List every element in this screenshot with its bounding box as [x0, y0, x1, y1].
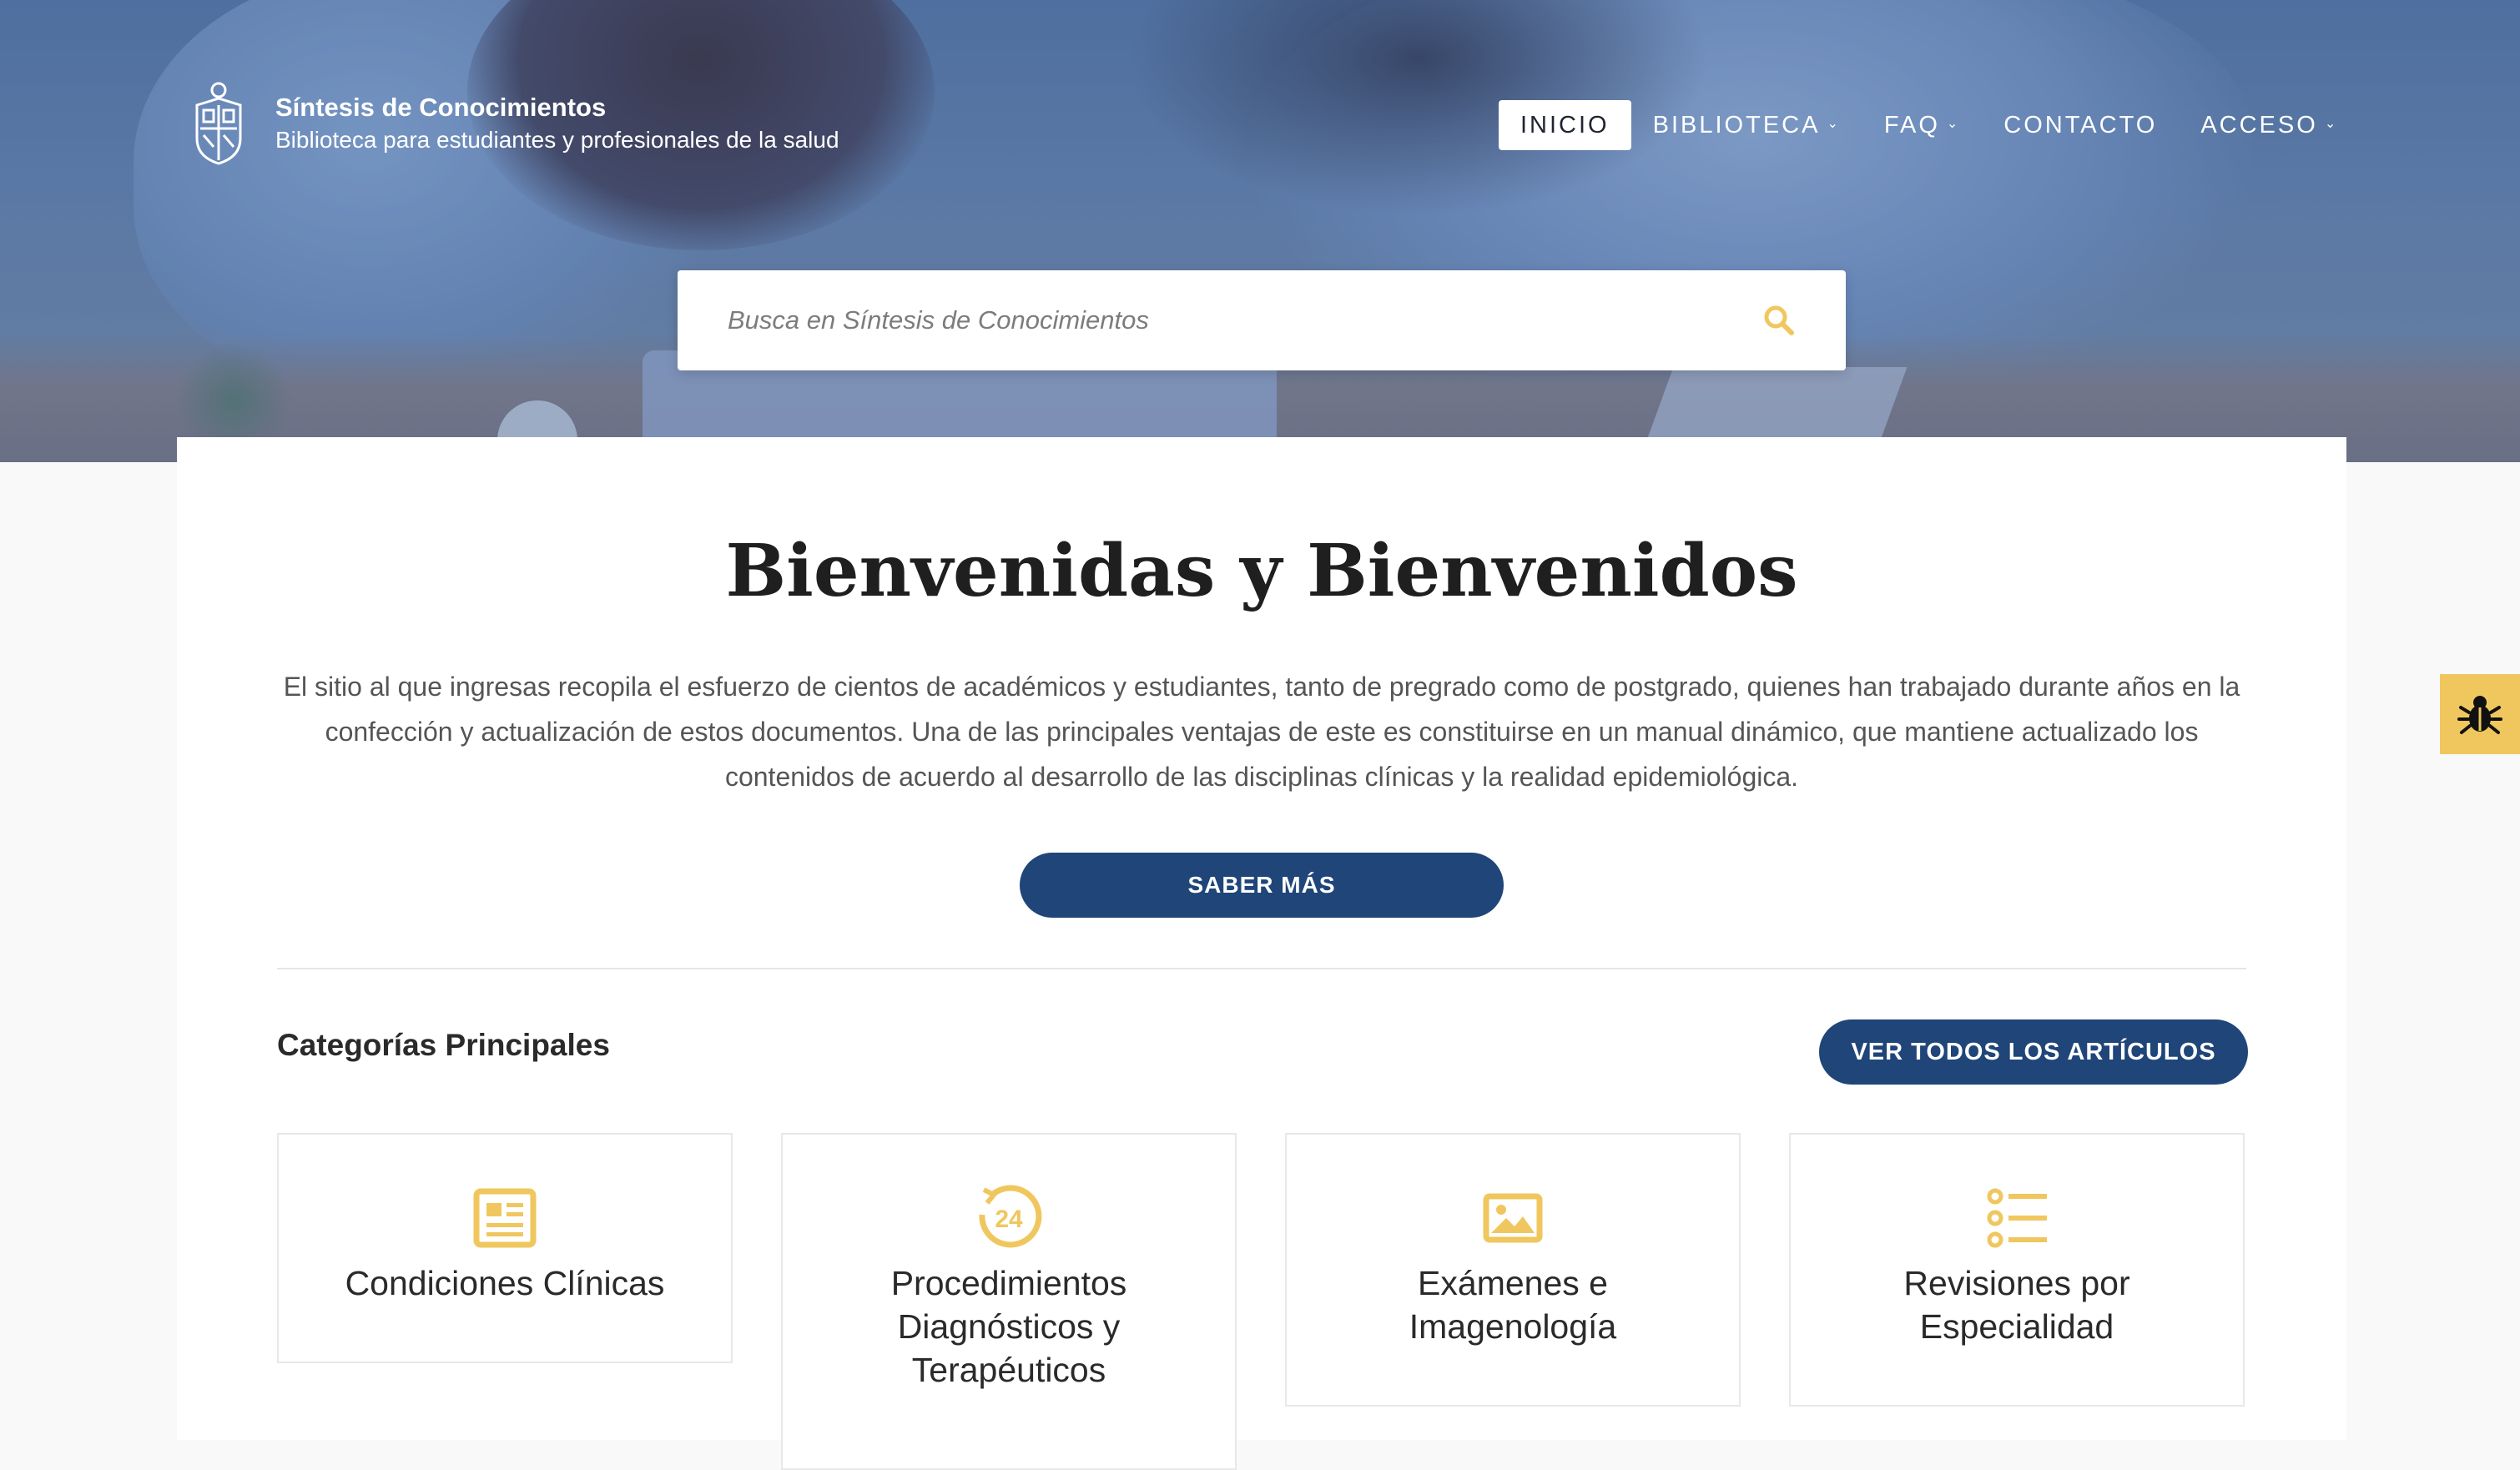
search-bar	[678, 269, 1846, 371]
nav-item-acceso[interactable]: ACCESO ⌄	[2179, 100, 2360, 150]
view-all-articles-button[interactable]: VER TODOS LOS ARTÍCULOS	[1819, 1019, 2248, 1085]
nav-item-biblioteca[interactable]: BIBLIOTECA ⌄	[1631, 100, 1862, 150]
category-card-revisiones[interactable]: Revisiones por Especialidad	[1789, 1133, 2245, 1407]
category-card-procedimientos[interactable]: 24 Procedimientos Diagnósticos y Terapéu…	[781, 1133, 1237, 1470]
category-card-examenes[interactable]: Exámenes e Imagenología	[1285, 1133, 1741, 1407]
nav-item-label: CONTACTO	[2003, 111, 2158, 138]
search-icon	[1764, 305, 1794, 335]
search-button[interactable]	[1746, 287, 1812, 354]
image-icon	[1483, 1193, 1543, 1243]
nav-item-faq[interactable]: FAQ ⌄	[1862, 100, 1982, 150]
site-brand[interactable]: Síntesis de Conocimientos Biblioteca par…	[190, 80, 839, 167]
chevron-down-icon: ⌄	[1946, 117, 1961, 131]
svg-text:24: 24	[995, 1206, 1023, 1233]
saber-mas-button[interactable]: SABER MÁS	[1020, 853, 1504, 918]
chevron-down-icon: ⌄	[2324, 117, 2339, 131]
search-input[interactable]	[678, 269, 1746, 371]
main-content: Bienvenidas y Bienvenidos El sitio al qu…	[177, 437, 2346, 1470]
category-card-condiciones-clinicas[interactable]: Condiciones Clínicas	[277, 1133, 733, 1363]
site-subtitle: Biblioteca para estudiantes y profesiona…	[275, 127, 839, 153]
nav-item-label: BIBLIOTECA	[1652, 111, 1821, 138]
nav-item-inicio[interactable]: INICIO	[1499, 100, 1631, 150]
nav-item-label: FAQ	[1883, 111, 1940, 138]
welcome-title: Bienvenidas y Bienvenidos	[725, 529, 1798, 613]
accessibility-toggle[interactable]	[2440, 674, 2520, 754]
hero-banner	[0, 0, 2520, 462]
university-crest-icon	[195, 82, 242, 165]
brand-text: Síntesis de Conocimientos Biblioteca par…	[275, 91, 839, 156]
hero-overlay	[0, 0, 2520, 462]
24-hours-icon: 24	[979, 1185, 1042, 1248]
chevron-down-icon: ⌄	[1827, 117, 1841, 131]
categories-heading: Categorías Principales	[277, 1028, 610, 1062]
category-card-label: Revisiones por Especialidad	[1903, 1264, 2130, 1346]
category-card-label: Condiciones Clínicas	[345, 1264, 665, 1302]
list-icon	[1987, 1188, 2047, 1248]
nav-item-label: INICIO	[1520, 111, 1610, 138]
site-title[interactable]: Síntesis de Conocimientos	[275, 91, 839, 124]
nav-item-contacto[interactable]: CONTACTO	[1982, 100, 2179, 150]
welcome-text: El sitio al que ingresas recopila el esf…	[283, 672, 2240, 792]
category-cards: Condiciones Clínicas 24 Procedimientos D…	[277, 1133, 2248, 1470]
section-divider	[277, 968, 2246, 969]
nav-item-label: ACCESO	[2200, 111, 2318, 138]
newspaper-icon	[473, 1188, 537, 1248]
category-card-label: Exámenes e Imagenología	[1409, 1264, 1617, 1346]
category-card-label: Procedimientos Diagnósticos y Terapéutic…	[890, 1264, 1127, 1389]
bug-icon	[2457, 696, 2502, 734]
main-nav: INICIO BIBLIOTECA ⌄ FAQ ⌄ CONTACTO ACCES…	[1499, 100, 2360, 150]
